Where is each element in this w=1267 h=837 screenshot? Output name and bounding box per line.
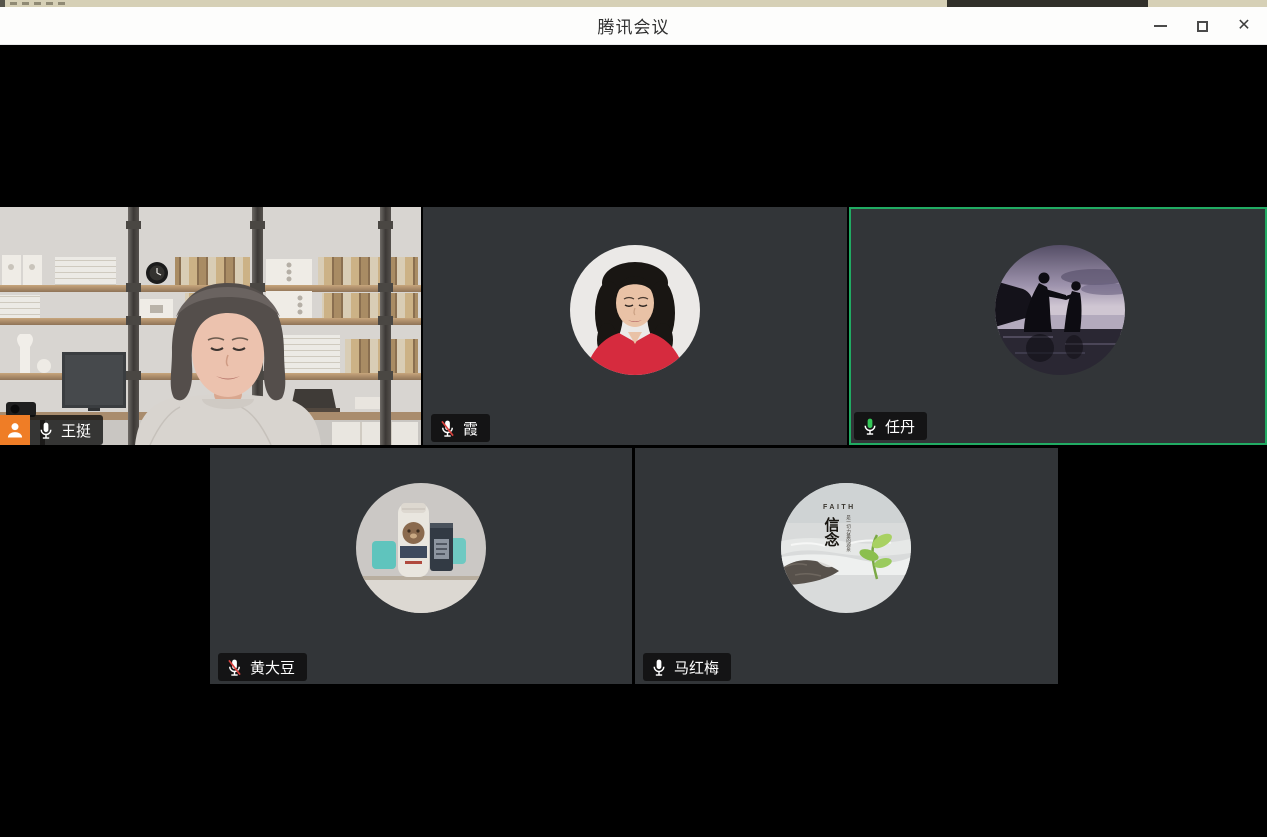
mic-on-icon (651, 658, 667, 677)
strip-segment-dark (947, 0, 1148, 7)
avatar-huangdadou (356, 483, 486, 613)
avatar-text-faith-caption: 是一切力量的源泉 (846, 515, 852, 552)
participant-name: 任丹 (885, 416, 915, 437)
person-icon (5, 420, 25, 440)
avatar-text-faith-zh: 信念 (823, 516, 841, 547)
avatar-text-faith-en: FAITH (823, 504, 856, 511)
window-title: 腾讯会议 (598, 13, 670, 38)
participant-name: 马红梅 (674, 657, 719, 678)
maximize-button[interactable] (1181, 7, 1223, 45)
video-tile-huangdadou[interactable]: 黄大豆 (210, 448, 632, 684)
member-badge (0, 415, 30, 445)
participant-name: 黄大豆 (250, 657, 295, 678)
video-tile-rendan[interactable]: 任丹 (849, 207, 1267, 445)
nameplate: 马红梅 (643, 653, 731, 681)
video-feed-bookshelf-scene (0, 207, 421, 445)
video-tile-mahongmei[interactable]: FAITH 信念 是一切力量的源泉 马红梅 (635, 448, 1058, 684)
maximize-icon (1197, 21, 1208, 32)
participant-name: 王挺 (61, 420, 91, 441)
mic-muted-icon (439, 419, 456, 438)
close-button[interactable]: ✕ (1223, 7, 1265, 45)
video-tile-xia[interactable]: 霞 (423, 207, 847, 445)
strip-segment (0, 0, 5, 7)
video-tile-wangting[interactable]: 王挺 (0, 207, 421, 445)
background-window-strip (0, 0, 1267, 7)
window-controls: ✕ (1139, 7, 1265, 45)
mic-on-icon (38, 421, 54, 440)
minimize-button[interactable] (1139, 7, 1181, 45)
strip-text-specks (10, 2, 70, 5)
mic-muted-icon (226, 658, 243, 677)
nameplate: 任丹 (854, 412, 927, 440)
nameplate: 霞 (431, 414, 490, 442)
minimize-icon (1154, 25, 1167, 27)
close-icon: ✕ (1237, 18, 1250, 34)
avatar-mahongmei: FAITH 信念 是一切力量的源泉 (781, 483, 911, 613)
nameplate: 黄大豆 (218, 653, 307, 681)
meeting-stage: 王挺 (0, 45, 1267, 837)
tencent-meeting-window: 腾讯会议 ✕ (0, 0, 1267, 837)
titlebar: 腾讯会议 ✕ (0, 7, 1267, 45)
nameplate: 王挺 (30, 415, 103, 445)
participant-name: 霞 (463, 418, 478, 439)
mic-speaking-icon (862, 417, 878, 436)
avatar-rendan (995, 245, 1125, 375)
avatar-xia (570, 245, 700, 375)
